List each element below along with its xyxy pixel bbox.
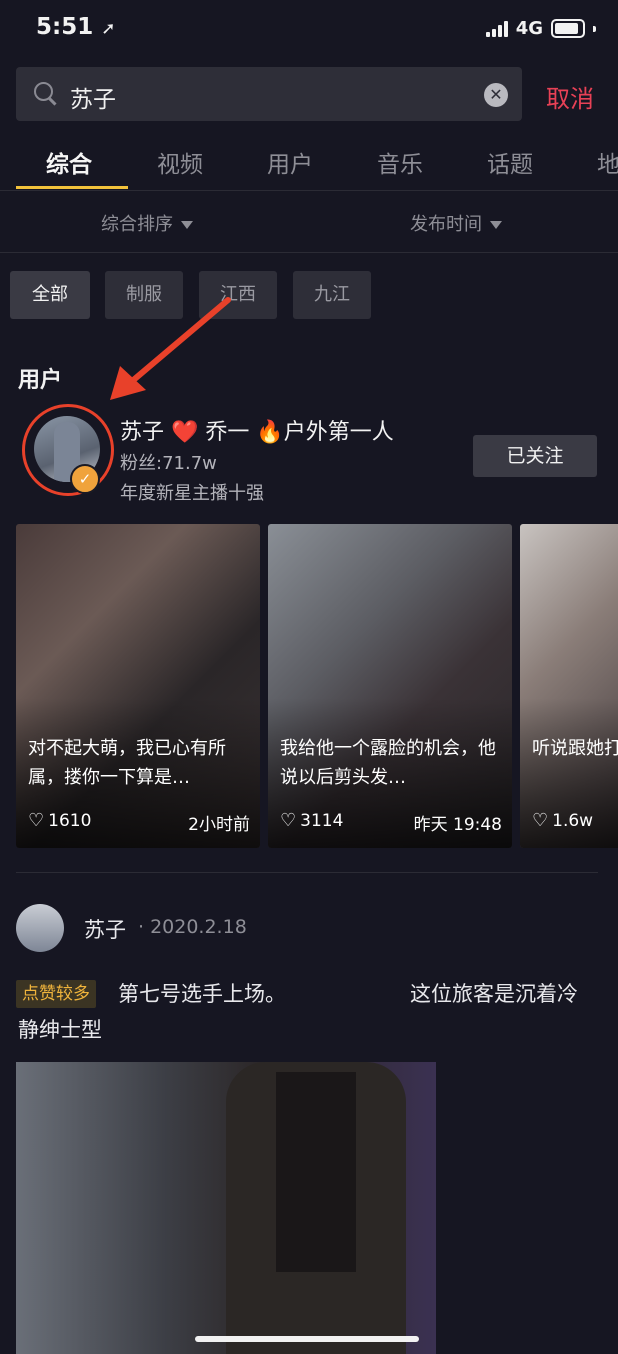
video-card[interactable]: 我给他一个露脸的机会，他说以后剪头发… ♡ 3114 昨天 19:48 bbox=[268, 524, 512, 848]
divider bbox=[16, 872, 598, 873]
cancel-button[interactable]: 取消 bbox=[546, 79, 594, 114]
sort-publish-time-label: 发布时间 bbox=[410, 214, 482, 235]
tab-topic[interactable]: 话题 bbox=[487, 145, 533, 179]
verified-icon: ✓ bbox=[70, 464, 100, 494]
post-author-avatar[interactable] bbox=[16, 904, 64, 952]
video-time: 2小时前 bbox=[188, 815, 250, 835]
video-likes: ♡ 1.6w bbox=[532, 810, 593, 831]
chevron-down-icon bbox=[181, 221, 193, 229]
sort-comprehensive-label: 综合排序 bbox=[101, 214, 173, 235]
sort-comprehensive[interactable]: 综合排序 bbox=[101, 210, 193, 236]
chevron-down-icon bbox=[490, 221, 502, 229]
follow-button[interactable]: 已关注 bbox=[473, 435, 597, 477]
tab-underline bbox=[16, 186, 128, 189]
thumbnail-shirt bbox=[276, 1072, 356, 1272]
popular-badge: 点赞较多 bbox=[16, 980, 96, 1008]
post-text: 第七号选手上场。 bbox=[118, 982, 286, 1006]
user-description: 年度新星主播十强 bbox=[120, 483, 264, 504]
clear-icon[interactable]: ✕ bbox=[484, 83, 508, 107]
post-text-wrap: 静绅士型 bbox=[18, 1018, 102, 1042]
tab-video[interactable]: 视频 bbox=[157, 145, 203, 179]
status-time: 5:51 ➚ bbox=[36, 14, 116, 40]
video-likes-count: 1.6w bbox=[552, 811, 594, 831]
post-date: · 2020.2.18 bbox=[138, 916, 247, 938]
tab-music[interactable]: 音乐 bbox=[377, 145, 423, 179]
video-likes-count: 3114 bbox=[300, 811, 344, 831]
battery-icon bbox=[551, 19, 585, 38]
video-time: 昨天 19:48 bbox=[413, 815, 502, 835]
search-icon bbox=[34, 82, 53, 101]
chip-jiujiang[interactable]: 九江 bbox=[293, 271, 371, 319]
post-text-continued: 这位旅客是沉着冷 bbox=[410, 982, 578, 1006]
video-likes: ♡ 1610 bbox=[28, 810, 91, 831]
video-likes-count: 1610 bbox=[48, 811, 92, 831]
search-input[interactable]: 苏子 bbox=[70, 80, 116, 114]
video-title: 我给他一个露脸的机会，他说以后剪头发… bbox=[280, 738, 496, 788]
post-video-thumbnail[interactable] bbox=[16, 1062, 436, 1354]
status-indicators: 4G bbox=[485, 18, 596, 39]
signal-icon bbox=[485, 20, 508, 37]
heart-icon: ♡ bbox=[532, 810, 549, 831]
divider bbox=[0, 252, 618, 253]
video-title: 听说跟她打火，她的… bbox=[532, 738, 618, 759]
post-author[interactable]: 苏子 bbox=[84, 914, 126, 944]
video-title: 对不起大萌，我已心有所属，搂你一下算是… bbox=[28, 738, 226, 788]
heart-icon: ♡ bbox=[28, 810, 45, 831]
sort-publish-time[interactable]: 发布时间 bbox=[410, 210, 502, 236]
section-label-users: 用户 bbox=[18, 368, 63, 393]
divider bbox=[0, 190, 618, 191]
tab-user[interactable]: 用户 bbox=[267, 145, 313, 179]
video-card[interactable]: 对不起大萌，我已心有所属，搂你一下算是… ♡ 1610 2小时前 bbox=[16, 524, 260, 848]
battery-tip bbox=[593, 25, 596, 32]
video-card[interactable]: 听说跟她打火，她的… ♡1.6w bbox=[520, 524, 618, 848]
user-name[interactable]: 苏子 ❤️ 乔一 🔥户外第一人 bbox=[120, 414, 394, 446]
annotation-arrow-icon bbox=[110, 297, 231, 400]
heart-icon: ♡ bbox=[280, 810, 297, 831]
chip-all[interactable]: 全部 bbox=[10, 271, 90, 319]
video-likes: ♡ 3114 bbox=[280, 810, 343, 831]
fans-count: 粉丝:71.7w bbox=[120, 453, 217, 474]
tab-location[interactable]: 地 bbox=[597, 145, 618, 179]
tab-all[interactable]: 综合 bbox=[46, 145, 92, 179]
network-label: 4G bbox=[515, 18, 543, 39]
home-indicator bbox=[195, 1336, 419, 1342]
